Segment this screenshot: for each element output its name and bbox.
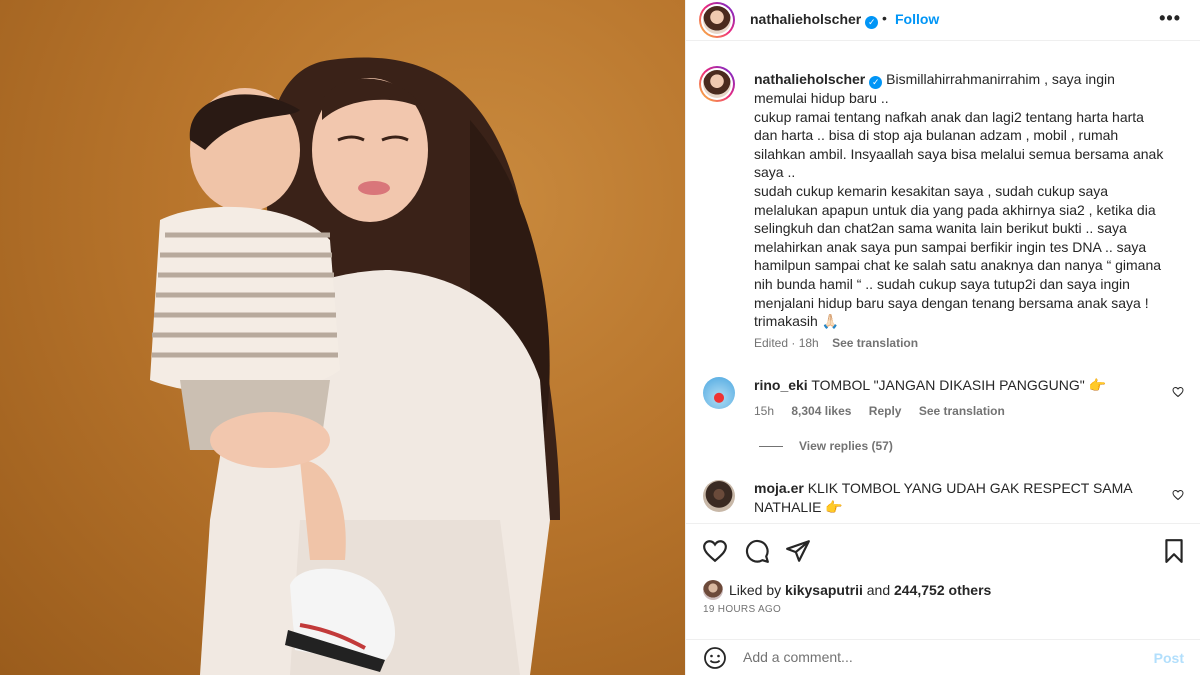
post-timestamp: 19 HOURS AGO xyxy=(703,604,782,615)
likes-prefix: Liked by xyxy=(729,582,786,598)
more-options-icon[interactable]: ••• xyxy=(1159,8,1181,29)
comment-item: rino_eki TOMBOL "JANGAN DIKASIH PANGGUNG… xyxy=(754,376,1154,395)
likes-others[interactable]: 244,752 others xyxy=(894,582,991,598)
photo-illustration xyxy=(150,57,560,675)
commenter-avatar[interactable] xyxy=(703,480,735,512)
post-actions-section: Liked by kikysaputrii and 244,752 others… xyxy=(686,523,1200,675)
separator-dot: • xyxy=(882,10,887,26)
comment-like-heart-icon[interactable] xyxy=(1172,386,1184,398)
likes-summary: Liked by kikysaputrii and 244,752 others xyxy=(703,580,991,600)
verified-badge-icon: ✓ xyxy=(869,76,883,89)
caption-avatar[interactable] xyxy=(699,66,735,102)
bookmark-icon[interactable] xyxy=(1161,538,1187,564)
emoji-icon[interactable] xyxy=(703,646,727,670)
caption-meta: Edited · 18h See translation xyxy=(754,336,918,350)
caption-text: Bismillahirrahmanirrahim , saya ingin me… xyxy=(754,71,1164,330)
author-username-text[interactable]: nathalieholscher xyxy=(750,11,861,27)
comment-username[interactable]: rino_eki xyxy=(754,377,808,393)
author-avatar[interactable] xyxy=(699,2,735,38)
comment-item: moja.er KLIK TOMBOL YANG UDAH GAK RESPEC… xyxy=(754,479,1154,517)
author-username[interactable]: nathalieholscher ✓ xyxy=(750,11,879,29)
caption-see-translation[interactable]: See translation xyxy=(832,336,918,350)
post-caption: nathalieholscher ✓ Bismillahirrahmanirrah… xyxy=(754,70,1164,331)
comment-username[interactable]: moja.er xyxy=(754,480,804,496)
view-replies-label[interactable]: View replies (57) xyxy=(799,439,893,453)
comment-text: KLIK TOMBOL YANG UDAH GAK RESPECT SAMA N… xyxy=(754,480,1132,515)
likes-middle: and xyxy=(862,582,895,598)
send-icon[interactable] xyxy=(785,538,811,564)
caption-username[interactable]: nathalieholscher xyxy=(754,71,865,87)
heart-icon[interactable] xyxy=(702,538,728,564)
comment-icon[interactable] xyxy=(744,538,770,564)
comment-time: 15h xyxy=(754,404,775,418)
post-side-panel: nathalieholscher ✓ • Follow ••• nathalieh… xyxy=(685,0,1200,675)
comment-like-heart-icon[interactable] xyxy=(1172,489,1184,501)
liker-username[interactable]: kikysaputrii xyxy=(785,582,863,598)
post-comment-button[interactable]: Post xyxy=(1154,650,1184,666)
post-header: nathalieholscher ✓ • Follow ••• xyxy=(686,0,1200,41)
comment-meta: 15h 8,304 likes Reply See translation xyxy=(754,404,1019,418)
caption-edited-time: Edited · 18h xyxy=(754,336,819,350)
liker-avatar[interactable] xyxy=(703,580,723,600)
comment-reply-button[interactable]: Reply xyxy=(869,404,902,418)
comment-see-translation[interactable]: See translation xyxy=(919,404,1005,418)
comment-likes[interactable]: 8,304 likes xyxy=(791,404,851,418)
comment-text: TOMBOL "JANGAN DIKASIH PANGGUNG" 👉 xyxy=(811,377,1107,393)
follow-button[interactable]: Follow xyxy=(895,11,939,27)
view-replies-button[interactable]: View replies (57) xyxy=(759,439,893,453)
replies-divider xyxy=(759,446,783,448)
post-photo[interactable] xyxy=(0,0,685,675)
add-comment-bar: Post xyxy=(686,639,1200,675)
commenter-avatar[interactable] xyxy=(703,377,735,409)
comment-input[interactable] xyxy=(743,649,1123,665)
verified-badge-icon: ✓ xyxy=(865,16,879,29)
